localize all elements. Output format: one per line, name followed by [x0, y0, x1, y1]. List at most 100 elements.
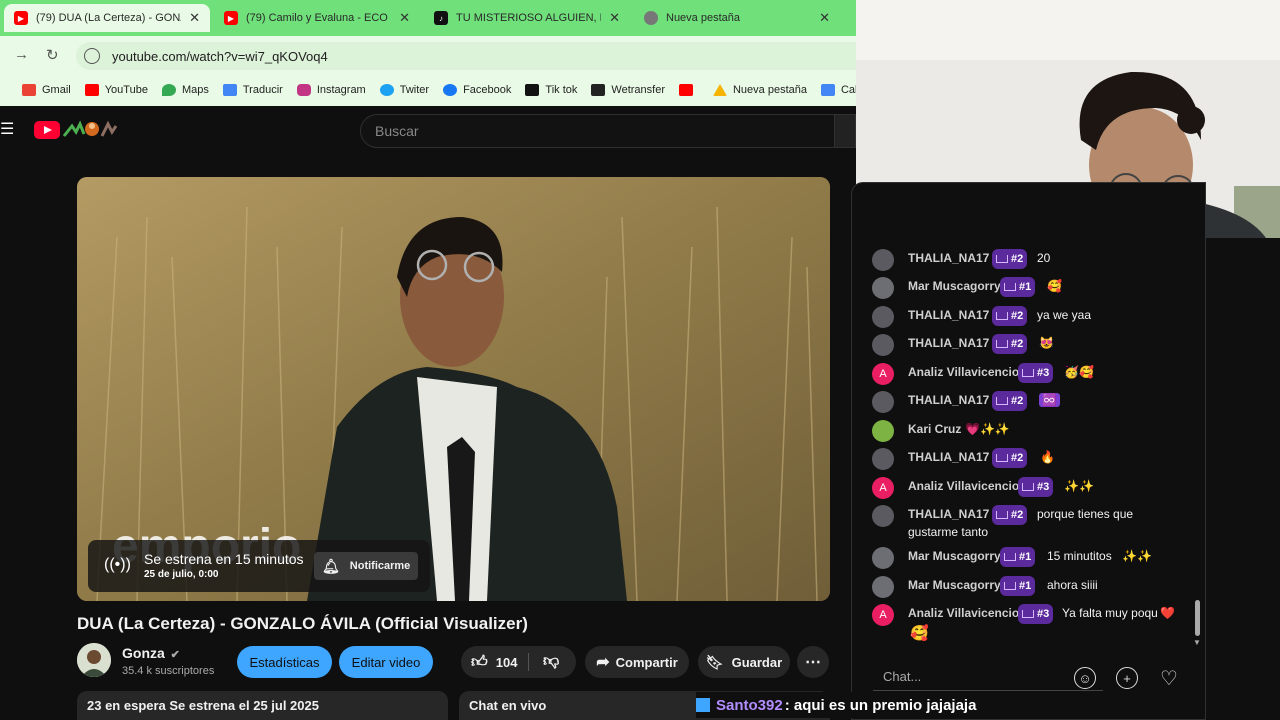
- bookmark-instagram[interactable]: Instagram: [296, 84, 366, 96]
- chat-avatar[interactable]: [872, 334, 894, 356]
- chat-author[interactable]: Mar Muscagorry: [908, 578, 1001, 592]
- chat-author[interactable]: THALIA_NA17: [908, 251, 989, 265]
- bookmark-maps[interactable]: Maps: [161, 84, 209, 96]
- menu-icon[interactable]: ☰: [0, 122, 14, 138]
- chat-avatar[interactable]: [872, 505, 894, 527]
- notify-label: Notificarme: [349, 560, 411, 572]
- chat-emoji: ✨✨: [1064, 479, 1094, 493]
- description-box[interactable]: 23 en espera Se estrena el 25 jul 2025: [77, 691, 448, 720]
- emoji-icon[interactable]: ☺: [1074, 667, 1096, 689]
- chat-author[interactable]: THALIA_NA17: [908, 450, 989, 464]
- chat-author[interactable]: THALIA_NA17: [908, 336, 989, 350]
- bookmark-youtube[interactable]: YouTube: [84, 84, 148, 96]
- chat-author[interactable]: Mar Muscagorry: [908, 279, 1001, 293]
- bookmark-traducir[interactable]: Traducir: [222, 84, 283, 96]
- bookmark-nueva-pestana[interactable]: Nueva pestaña: [712, 84, 807, 96]
- chat-author[interactable]: THALIA_NA17: [908, 393, 989, 407]
- chat-author[interactable]: Mar Muscagorry: [908, 549, 1001, 563]
- share-icon: ➦: [596, 654, 610, 671]
- chat-author[interactable]: THALIA_NA17: [908, 507, 989, 521]
- rank-badge: #3: [1018, 363, 1054, 383]
- like-divider: [528, 653, 529, 671]
- crown-icon: [996, 397, 1008, 405]
- crown-icon: [996, 255, 1008, 263]
- scroll-down-icon[interactable]: ▼: [1193, 638, 1201, 647]
- bookmark-gmail[interactable]: Gmail: [22, 84, 71, 96]
- bookmark-facebook[interactable]: Facebook: [443, 84, 511, 96]
- tab-camilo[interactable]: ▶ (79) Camilo y Evaluna - ECO - ( ✕: [214, 4, 420, 32]
- close-icon[interactable]: ✕: [609, 10, 620, 26]
- close-icon[interactable]: ✕: [399, 10, 410, 26]
- bookmark-label: Calendari: [840, 84, 856, 96]
- notify-button[interactable]: 🔔︎ Notificarme: [314, 552, 418, 580]
- cone-icon: [712, 84, 727, 96]
- bookmark-calendario[interactable]: Calendari: [820, 84, 856, 96]
- bookmark-tiktok[interactable]: Tik tok: [525, 84, 577, 96]
- forward-icon[interactable]: →: [14, 46, 29, 63]
- youtube-icon: [678, 84, 693, 96]
- search-button[interactable]: [834, 114, 856, 148]
- bookmark-label: Gmail: [42, 84, 71, 96]
- like-dislike-group: 👍︎ 104 👎︎: [461, 646, 576, 678]
- like-icon[interactable]: 👍︎: [471, 653, 488, 672]
- chat-author[interactable]: Analiz Villavicencio: [908, 606, 1019, 620]
- channel-avatar[interactable]: [77, 643, 111, 677]
- chat-avatar[interactable]: [872, 448, 894, 470]
- save-button[interactable]: 🔖︎ Guardar: [698, 646, 790, 678]
- chat-avatar[interactable]: [872, 277, 894, 299]
- rank-label: #3: [1037, 608, 1050, 620]
- close-icon[interactable]: ✕: [189, 10, 200, 26]
- heart-icon[interactable]: ♡: [1158, 667, 1180, 690]
- chat-author[interactable]: THALIA_NA17: [908, 308, 989, 322]
- close-icon[interactable]: ✕: [819, 10, 830, 26]
- rank-badge: #2: [992, 334, 1028, 354]
- tab-tiktok[interactable]: ♪ TU MISTERIOSO ALGUIEN, Mira ✕: [424, 4, 630, 32]
- stats-button[interactable]: Estadísticas: [237, 646, 332, 678]
- rank-label: #1: [1019, 580, 1032, 592]
- chat-avatar[interactable]: [872, 306, 894, 328]
- chat-avatar[interactable]: [872, 547, 894, 569]
- site-info-icon[interactable]: [84, 48, 100, 64]
- chat-input[interactable]: Chat...: [873, 663, 1103, 691]
- subscriber-count: 35.4 k suscriptores: [122, 665, 215, 677]
- live-broadcast-icon: ((•)): [104, 556, 131, 573]
- address-bar[interactable]: youtube.com/watch?v=wi7_qKOVoq4: [76, 42, 856, 70]
- chat-author[interactable]: Kari Cruz: [908, 422, 961, 436]
- chat-avatar[interactable]: [872, 576, 894, 598]
- add-icon[interactable]: +: [1116, 667, 1138, 689]
- chat-author[interactable]: Analiz Villavicencio: [908, 479, 1019, 493]
- dislike-icon[interactable]: 👎︎: [543, 652, 559, 671]
- search-placeholder: Buscar: [375, 123, 419, 139]
- chat-avatar[interactable]: A: [872, 363, 894, 385]
- chat-avatar[interactable]: [872, 249, 894, 271]
- rank-label: #2: [1011, 253, 1024, 265]
- bookmark-label: Tik tok: [545, 84, 578, 96]
- rank-badge: #3: [1018, 477, 1054, 497]
- channel-name-row[interactable]: Gonza ✔: [122, 645, 180, 661]
- like-count[interactable]: 104: [496, 655, 518, 670]
- chat-avatar[interactable]: [872, 391, 894, 413]
- chat-avatar[interactable]: [872, 420, 894, 442]
- search-input[interactable]: Buscar: [360, 114, 834, 148]
- youtube-logo-icon[interactable]: [34, 121, 60, 139]
- bookmark-youtube-2[interactable]: [678, 84, 699, 96]
- bookmark-twitter[interactable]: Twiter: [379, 84, 429, 96]
- tab-new[interactable]: Nueva pestaña ✕: [634, 4, 840, 32]
- tab-dua[interactable]: ▶ (79) DUA (La Certeza) - GONZA ✕: [4, 4, 210, 32]
- chat-scrollbar[interactable]: [1195, 600, 1200, 636]
- share-button[interactable]: ➦ Compartir: [585, 646, 689, 678]
- more-options-icon[interactable]: ⋯: [797, 646, 829, 678]
- reload-icon[interactable]: ↻: [46, 46, 59, 64]
- channel-name: Gonza: [122, 645, 165, 661]
- tiktok-icon: [525, 84, 540, 96]
- chat-text: 20: [1037, 251, 1051, 265]
- chat-avatar[interactable]: A: [872, 477, 894, 499]
- video-player[interactable]: emporio: [77, 177, 830, 601]
- bookmark-wetransfer[interactable]: Wetransfer: [591, 84, 665, 96]
- edit-video-button[interactable]: Editar video: [339, 646, 433, 678]
- rank-badge: #2: [992, 448, 1028, 468]
- chat-text: ya we yaa: [1037, 308, 1092, 322]
- chat-avatar[interactable]: A: [872, 604, 894, 626]
- rank-label: #3: [1037, 367, 1050, 379]
- chat-author[interactable]: Analiz Villavicencio: [908, 365, 1019, 379]
